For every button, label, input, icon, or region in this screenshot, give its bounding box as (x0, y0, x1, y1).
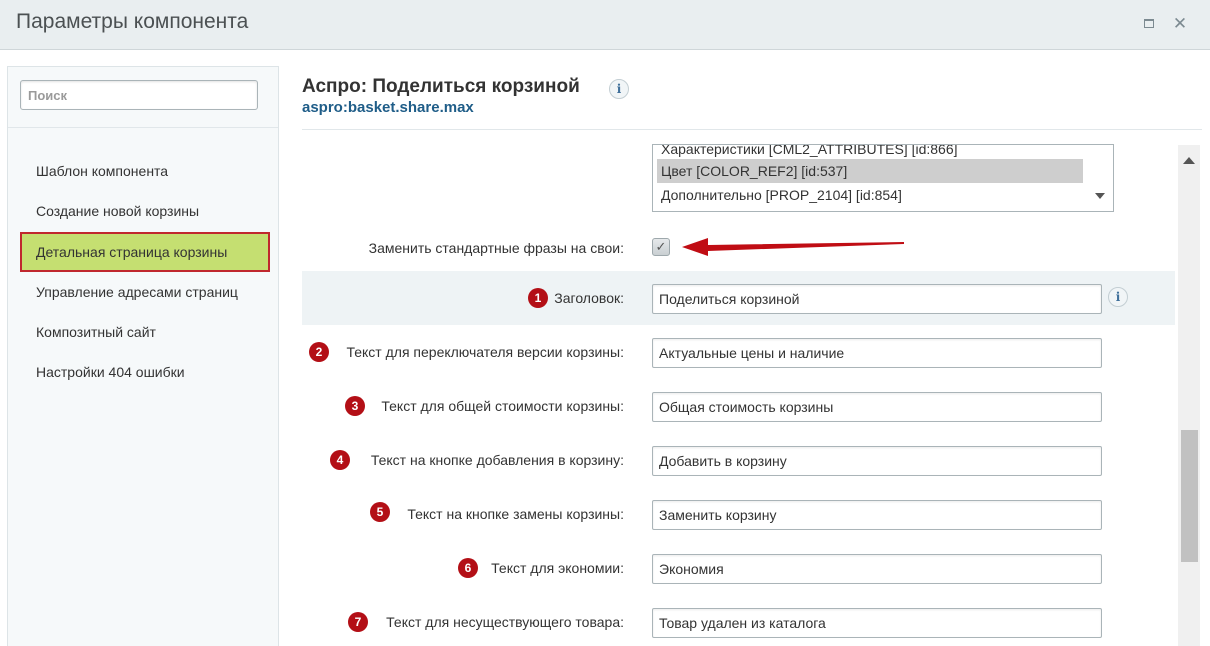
replace-phrases-checkbox[interactable]: ✓ (652, 238, 670, 256)
missing-product-field (652, 608, 1102, 638)
sidebar-item-template[interactable]: Шаблон компонента (20, 151, 270, 191)
field-label: Текст для переключателя версии корзины: (346, 344, 624, 360)
total-cost-input[interactable] (653, 393, 1101, 421)
version-switch-field (652, 338, 1102, 368)
property-listbox[interactable]: Характеристики [CML2_ATTRIBUTES] [id:866… (652, 144, 1114, 212)
missing-product-input[interactable] (653, 609, 1101, 637)
number-badge: 4 (330, 450, 350, 470)
number-badge: 7 (348, 612, 368, 632)
total-cost-field (652, 392, 1102, 422)
window-title: Параметры компонента (16, 10, 249, 33)
replace-basket-input[interactable] (653, 501, 1101, 529)
sidebar-item-composite-site[interactable]: Композитный сайт (20, 312, 270, 352)
component-title: Аспро: Поделиться корзиной (302, 76, 580, 97)
arrow-pointer-icon (682, 238, 904, 256)
list-item-selected[interactable]: Цвет [COLOR_REF2] [id:537] (657, 159, 1083, 183)
number-badge: 1 (528, 288, 548, 308)
version-switch-input[interactable] (653, 339, 1101, 367)
number-badge: 5 (370, 502, 390, 522)
add-to-basket-field (652, 446, 1102, 476)
number-badge: 6 (458, 558, 478, 578)
scrollbar-thumb[interactable] (1181, 430, 1198, 562)
savings-input[interactable] (653, 555, 1101, 583)
sidebar-item-basket-detail[interactable]: Детальная страница корзины (20, 232, 270, 272)
field-label: Текст для несуществующего товара: (386, 614, 624, 630)
component-code: aspro:basket.share.max (302, 99, 474, 116)
sidebar-divider (8, 127, 278, 128)
search-box (20, 80, 258, 110)
number-badge: 3 (345, 396, 365, 416)
info-icon[interactable]: i (1108, 287, 1128, 307)
field-label: Текст на кнопке добавления в корзину: (370, 452, 624, 468)
sidebar-item-new-basket[interactable]: Создание новой корзины (20, 191, 270, 231)
field-label: Текст для экономии: (491, 560, 624, 576)
list-item[interactable]: Дополнительно [PROP_2104] [id:854] (657, 183, 1083, 207)
replace-phrases-label: Заменить стандартные фразы на свои: (368, 240, 624, 256)
title-field (652, 284, 1102, 314)
main-panel: Аспро: Поделиться корзиной i aspro:baske… (302, 0, 1210, 646)
scrollbar[interactable] (1178, 145, 1200, 646)
title-input[interactable] (653, 285, 1101, 313)
field-label: Текст на кнопке замены корзины: (407, 506, 624, 522)
field-label: Текст для общей стоимости корзины: (381, 398, 624, 414)
sidebar-item-404-settings[interactable]: Настройки 404 ошибки (20, 352, 270, 392)
search-input[interactable] (21, 81, 257, 109)
add-to-basket-input[interactable] (653, 447, 1101, 475)
sidebar-item-page-addresses[interactable]: Управление адресами страниц (20, 272, 270, 312)
info-icon[interactable]: i (609, 79, 629, 99)
sidebar: Шаблон компонента Создание новой корзины… (7, 66, 279, 646)
savings-field (652, 554, 1102, 584)
number-badge: 2 (309, 342, 329, 362)
chevron-down-icon[interactable] (1095, 193, 1105, 199)
field-label: Заголовок: (554, 290, 624, 306)
header-divider (302, 129, 1202, 130)
chevron-up-icon[interactable] (1183, 157, 1195, 164)
replace-basket-field (652, 500, 1102, 530)
